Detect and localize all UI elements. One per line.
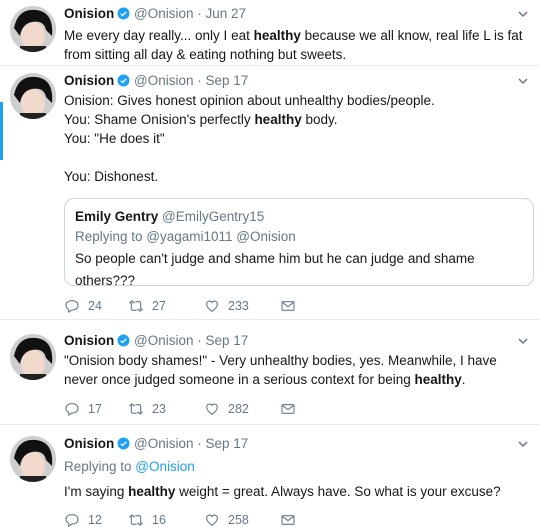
text-segment: Me every day really... only I eat [64, 28, 254, 43]
timestamp[interactable]: Sep 17 [206, 73, 249, 88]
verified-icon [117, 7, 130, 20]
direct-message-button[interactable] [280, 298, 296, 314]
like-icon [206, 403, 218, 415]
handle[interactable]: @Onision [134, 73, 193, 88]
tweet-text: Onision: Gives honest opinion about unhe… [64, 91, 530, 186]
reply-button[interactable]: 17 [64, 401, 128, 417]
retweet-count: 27 [152, 299, 166, 313]
tweet-text: "Onision body shames!" - Very unhealthy … [64, 351, 530, 389]
reply-count: 17 [88, 402, 102, 416]
display-name[interactable]: Onision [64, 333, 114, 348]
tweet-header: Onision @Onision · Jun 27 [64, 5, 530, 23]
retweet-count: 23 [152, 402, 166, 416]
text-segment: I'm saying [64, 484, 129, 499]
quote-display-name: Emily Gentry [75, 209, 159, 224]
replying-prefix: Replying to [64, 459, 136, 474]
avatar[interactable] [10, 436, 56, 482]
tweet[interactable]: Onision @Onision · Sep 17 "Onision body … [0, 321, 540, 425]
verified-icon [117, 334, 130, 347]
highlight-word: healthy [253, 28, 301, 43]
caret-down-icon[interactable] [516, 437, 530, 451]
avatar[interactable] [10, 334, 56, 380]
reply-count: 24 [88, 299, 102, 313]
text-segment: weight = great. Always have. So what is … [175, 484, 501, 499]
tweet[interactable]: Onision @Onision · Sep 17 Onision: Gives… [0, 67, 540, 320]
reply-count: 12 [88, 513, 102, 527]
tweet-feed: Onision @Onision · Jun 27 Me every day r… [0, 0, 540, 527]
highlight-word: healthy [414, 372, 462, 387]
like-count: 258 [228, 513, 249, 527]
retweet-icon [128, 300, 144, 312]
like-icon [206, 514, 218, 526]
retweet-button[interactable]: 27 [128, 298, 204, 314]
reply-icon [65, 403, 79, 416]
like-icon [206, 300, 218, 312]
quoted-tweet[interactable]: Emily Gentry @EmilyGentry15 Replying to … [64, 198, 534, 288]
retweet-icon [128, 514, 144, 526]
replying-handle-link[interactable]: @Onision [135, 459, 194, 474]
tweet-header: Onision @Onision · Sep 17 [64, 435, 530, 453]
retweet-button[interactable]: 23 [128, 401, 204, 417]
direct-message-button[interactable] [280, 401, 296, 417]
display-name[interactable]: Onision [64, 6, 114, 21]
handle[interactable]: @Onision [134, 6, 193, 21]
separator: · [193, 333, 206, 348]
direct-message-button[interactable] [280, 512, 296, 527]
like-button[interactable]: 258 [204, 512, 280, 527]
like-button[interactable]: 233 [204, 298, 280, 314]
reply-button[interactable]: 24 [64, 298, 128, 314]
timestamp[interactable]: Sep 17 [206, 436, 249, 451]
replying-to: Replying to @Onision [64, 457, 530, 476]
quote-handle: @EmilyGentry15 [162, 209, 265, 224]
quote-text: So people can't judge and shame him but … [75, 251, 475, 288]
verified-icon [117, 437, 130, 450]
retweet-button[interactable]: 16 [128, 512, 204, 527]
tweet-actions: 17 23 282 [64, 399, 296, 419]
timestamp[interactable]: Sep 17 [206, 333, 249, 348]
tweet-header: Onision @Onision · Sep 17 [64, 72, 530, 90]
tweet-text: Me every day really... only I eat health… [64, 26, 530, 64]
tweet[interactable]: Onision @Onision · Sep 17 Replying to @O… [0, 426, 540, 527]
like-count: 233 [228, 299, 249, 313]
separator: · [193, 6, 206, 21]
quote-header: Emily Gentry @EmilyGentry15 [75, 207, 523, 226]
tweet-text: I'm saying healthy weight = great. Alway… [64, 482, 530, 501]
verified-icon [117, 74, 130, 87]
retweet-count: 16 [152, 513, 166, 527]
handle[interactable]: @Onision [134, 436, 193, 451]
tweet-actions: 12 16 258 [64, 510, 296, 527]
timestamp[interactable]: Jun 27 [206, 6, 247, 21]
highlight-word: healthy [254, 112, 302, 127]
message-icon [281, 301, 295, 311]
highlight-word: healthy [128, 484, 176, 499]
quote-replying-to: Replying to @yagami1011 @Onision [75, 229, 296, 244]
text-segment: Onision: Gives honest opinion about unhe… [64, 93, 435, 127]
avatar[interactable] [10, 73, 56, 119]
handle[interactable]: @Onision [134, 333, 193, 348]
separator: · [193, 436, 206, 451]
tweet[interactable]: Onision @Onision · Jun 27 Me every day r… [0, 0, 540, 66]
reply-button[interactable]: 12 [64, 512, 128, 527]
message-icon [281, 404, 295, 414]
reply-icon [65, 300, 79, 313]
display-name[interactable]: Onision [64, 436, 114, 451]
avatar[interactable] [10, 6, 56, 52]
separator: · [193, 73, 206, 88]
like-button[interactable]: 282 [204, 401, 280, 417]
caret-down-icon[interactable] [516, 7, 530, 21]
display-name[interactable]: Onision [64, 73, 114, 88]
like-count: 282 [228, 402, 249, 416]
caret-down-icon[interactable] [516, 74, 530, 88]
tweet-actions: 24 27 233 [64, 296, 296, 316]
message-icon [281, 515, 295, 525]
retweet-icon [128, 403, 144, 415]
text-segment: . [461, 372, 466, 387]
tweet-header: Onision @Onision · Sep 17 [64, 332, 530, 350]
reply-icon [65, 514, 79, 527]
caret-down-icon[interactable] [516, 334, 530, 348]
